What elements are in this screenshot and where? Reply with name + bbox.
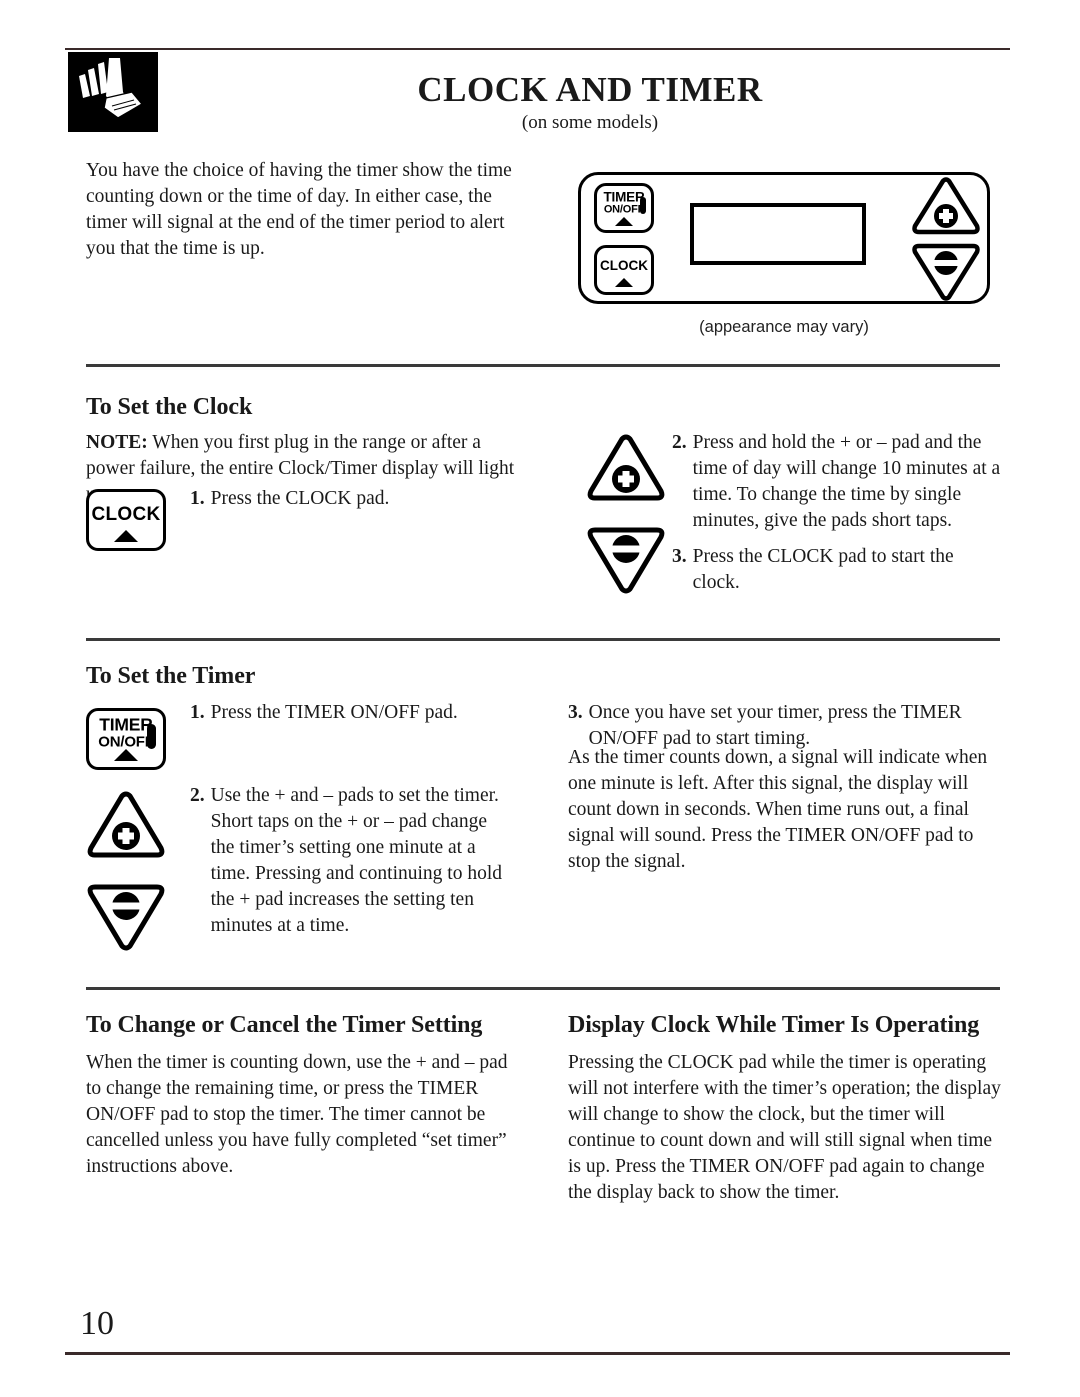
list-item: 2. Use the + and – pads to set the timer…: [190, 783, 515, 939]
step-number: 1.: [190, 488, 205, 509]
clock-pad-arrow-icon: [114, 530, 138, 542]
set-clock-step-1: 1. Press the CLOCK pad.: [190, 486, 520, 522]
panel-timer-indicator-icon: [640, 197, 646, 214]
note-label: NOTE:: [86, 432, 148, 453]
timer-indicator-icon: [147, 724, 156, 749]
list-item: 3. Press the CLOCK pad to start the cloc…: [672, 544, 1002, 596]
set-clock-minus-pad-graphic[interactable]: [585, 523, 667, 595]
section-divider-3: [86, 987, 1000, 990]
panel-clock-pad-labels: CLOCK: [597, 259, 651, 273]
change-or-cancel-paragraph: When the timer is counting down, use the…: [86, 1052, 508, 1177]
heading-change-or-cancel-timer: To Change or Cancel the Timer Setting: [86, 1012, 483, 1038]
panel-clock-pad[interactable]: CLOCK: [594, 245, 654, 295]
heading-set-the-timer: To Set the Timer: [86, 663, 256, 689]
set-timer-minus-pad-graphic[interactable]: [85, 880, 167, 952]
manual-page: CLOCK AND TIMER (on some models) You hav…: [0, 0, 1080, 1397]
set-timer-step-2: 2. Use the + and – pads to set the timer…: [190, 783, 515, 949]
panel-timer-onoff-pad[interactable]: TIMER ON/OFF: [594, 183, 654, 233]
heading-set-the-clock: To Set the Clock: [86, 394, 253, 420]
panel-display-screen: [690, 203, 866, 265]
list-item: 2. Press and hold the + or – pad and the…: [672, 430, 1002, 534]
panel-clock-arrow-icon: [615, 278, 633, 287]
set-clock-steps-right: 2. Press and hold the + or – pad and the…: [672, 430, 1002, 606]
footer-divider: [65, 1352, 1010, 1355]
clock-pad-label: CLOCK: [91, 504, 161, 526]
step-number: 2.: [672, 432, 687, 453]
list-item: 1. Press the TIMER ON/OFF pad.: [190, 700, 520, 726]
timer-onoff-pad-graphic[interactable]: TIMER ON/OFF: [86, 708, 166, 770]
step-text: Press the CLOCK pad to start the clock.: [692, 545, 954, 593]
page-number: 10: [80, 1305, 114, 1342]
section-divider-2: [86, 638, 1000, 641]
set-timer-plus-pad-graphic[interactable]: [85, 790, 167, 862]
page-subtitle: (on some models): [521, 112, 659, 133]
panel-caption: (appearance may vary): [699, 318, 869, 336]
hand-pressing-pad-icon: [68, 52, 158, 132]
intro-paragraph: You have the choice of having the timer …: [86, 160, 512, 259]
set-clock-plus-pad-graphic[interactable]: [585, 433, 667, 505]
panel-plus-pad[interactable]: [910, 176, 982, 238]
step-number: 1.: [190, 702, 205, 723]
step-text: Press and hold the + or – pad and the ti…: [692, 432, 1001, 531]
panel-timer-arrow-icon: [615, 217, 633, 226]
step-text: Use the + and – pads to set the timer. S…: [210, 785, 503, 936]
step-number: 2.: [190, 785, 205, 806]
panel-minus-pad[interactable]: [910, 240, 982, 302]
timer-pad-arrow-icon: [114, 749, 138, 761]
page-title: CLOCK AND TIMER: [417, 70, 763, 109]
clock-pad-labels: CLOCK: [89, 505, 163, 524]
step-text: Press the CLOCK pad.: [210, 488, 390, 509]
step-text: Press the TIMER ON/OFF pad.: [210, 702, 458, 723]
header-divider: [65, 48, 1010, 50]
display-clock-paragraph: Pressing the CLOCK pad while the timer i…: [568, 1052, 1001, 1203]
heading-display-clock-while-timer-operating: Display Clock While Timer Is Operating: [568, 1012, 980, 1038]
set-timer-trailing-paragraph: As the timer counts down, a signal will …: [568, 747, 988, 872]
panel-clock-pad-label: CLOCK: [600, 258, 648, 274]
clock-pad-graphic[interactable]: CLOCK: [86, 489, 166, 551]
set-timer-step-1: 1. Press the TIMER ON/OFF pad.: [190, 700, 520, 736]
step-number: 3.: [672, 545, 687, 567]
section-divider-1: [86, 364, 1000, 367]
list-item: 1. Press the CLOCK pad.: [190, 486, 520, 512]
